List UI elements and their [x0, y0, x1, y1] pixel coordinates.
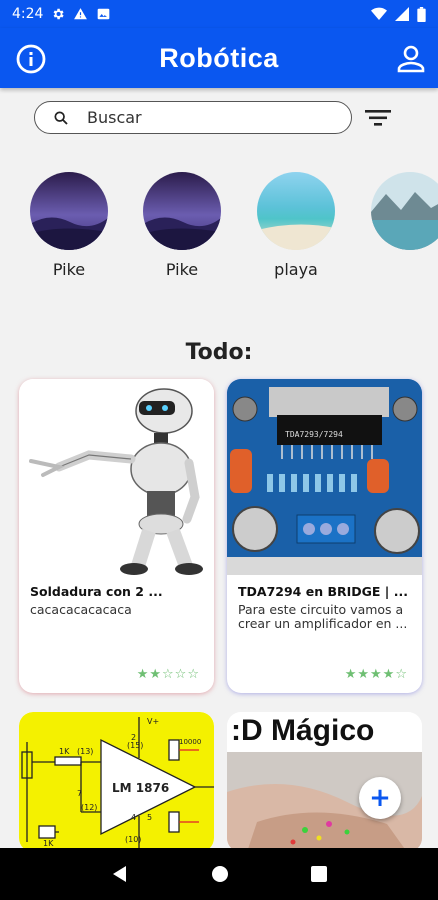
svg-text:5: 5 [147, 813, 152, 822]
account-button[interactable] [394, 42, 428, 76]
stories-carousel[interactable]: Pike Pike playa [0, 172, 438, 287]
account-icon [397, 45, 425, 73]
svg-text:1K: 1K [59, 747, 70, 756]
project-card[interactable]: TDA7293/7294 TDA7294 en BRIDGE | ... Par… [227, 379, 422, 693]
filter-button[interactable] [362, 103, 394, 133]
card-image: TDA7293/7294 [227, 379, 422, 575]
story-item[interactable]: playa [256, 172, 336, 279]
card-description: Para este circuito vamos a crear un ampl… [238, 602, 408, 631]
story-avatar [257, 172, 335, 250]
story-label: Pike [165, 260, 199, 279]
wifi-icon [371, 7, 387, 20]
add-button[interactable]: + [359, 777, 401, 819]
back-icon[interactable] [110, 864, 130, 884]
svg-text:(13): (13) [77, 747, 93, 756]
svg-text:(15): (15) [127, 741, 143, 750]
svg-text:V+: V+ [147, 717, 159, 726]
info-icon [16, 44, 46, 74]
search-icon [54, 110, 68, 125]
card-image: LM 1876 1K 1K V+ (13) (15) (12) 7 2 4 5 … [19, 712, 214, 852]
card-image [19, 379, 214, 575]
svg-text:7: 7 [77, 789, 82, 798]
search-placeholder: Buscar [87, 108, 142, 127]
warning-icon [74, 8, 88, 20]
svg-text:LM 1876: LM 1876 [112, 781, 169, 795]
card-title: Soldadura con 2 ... [30, 584, 163, 599]
image-icon [98, 8, 110, 20]
info-button[interactable] [14, 42, 48, 76]
story-label: Pike [52, 260, 86, 279]
status-time: 4:24 [12, 6, 44, 22]
story-avatar [371, 172, 438, 250]
rating-stars: ★★☆☆☆ [136, 667, 200, 682]
story-item[interactable]: Pike [142, 172, 222, 279]
card-description: cacacacacacaca [30, 602, 132, 617]
signal-icon [395, 7, 409, 21]
project-card[interactable]: LM 1876 1K 1K V+ (13) (15) (12) 7 2 4 5 … [19, 712, 214, 852]
page-title: Robótica [159, 42, 279, 73]
project-card[interactable]: Soldadura con 2 ... cacacacacacaca ★★☆☆☆ [19, 379, 214, 693]
app-bar: Robótica [0, 28, 438, 88]
story-item[interactable] [370, 172, 438, 260]
filter-icon [365, 110, 391, 126]
story-label: playa [274, 260, 318, 279]
svg-text:10000: 10000 [179, 738, 201, 746]
svg-text:2: 2 [131, 733, 136, 742]
svg-text:(10): (10) [125, 835, 141, 844]
navigation-bar [0, 848, 438, 900]
status-bar: 4:24 [0, 0, 438, 28]
svg-text::D Mágico: :D Mágico [231, 714, 374, 747]
svg-text:4: 4 [131, 813, 136, 822]
home-icon[interactable] [210, 864, 230, 884]
section-title: Todo: [185, 340, 253, 365]
story-item[interactable]: Pike [29, 172, 109, 279]
rating-stars: ★★★★☆ [344, 667, 408, 682]
recents-icon[interactable] [310, 865, 328, 883]
svg-text:(12): (12) [81, 803, 97, 812]
gear-icon [54, 8, 65, 20]
svg-text:TDA7293/7294: TDA7293/7294 [285, 430, 343, 439]
battery-icon [417, 6, 426, 22]
search-input[interactable]: Buscar [34, 101, 352, 134]
card-title: TDA7294 en BRIDGE | ... [238, 584, 408, 599]
story-avatar [30, 172, 108, 250]
story-avatar [143, 172, 221, 250]
svg-text:1K: 1K [43, 839, 54, 848]
